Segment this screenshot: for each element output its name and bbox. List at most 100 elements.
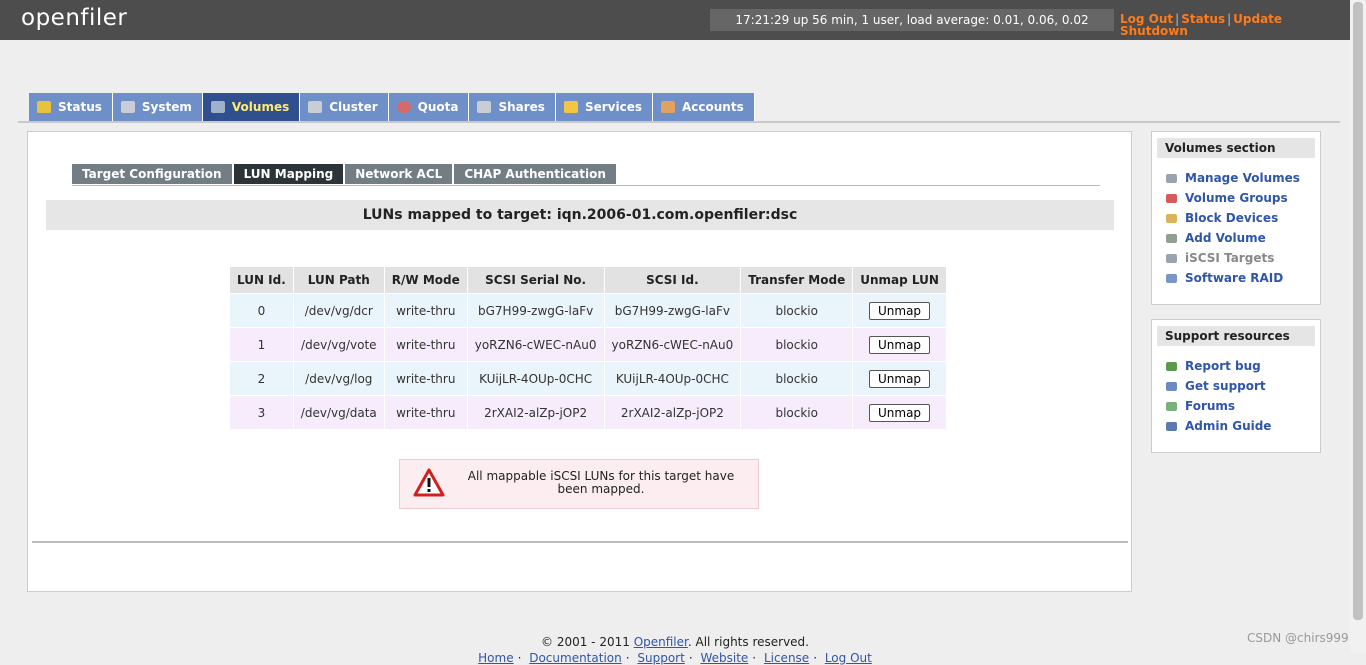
scsi-serial: 2rXAI2-alZp-jOP2 xyxy=(467,395,605,429)
volume-groups-icon xyxy=(1166,193,1177,203)
lun-path: /dev/vg/dcr xyxy=(293,293,385,328)
cluster-icon xyxy=(308,101,323,113)
table-header-row: LUN Id. LUN Path R/W Mode SCSI Serial No… xyxy=(230,267,947,294)
transfer-mode: blockio xyxy=(740,293,854,328)
system-icon xyxy=(120,101,135,113)
tab-status[interactable]: Status xyxy=(29,93,113,121)
software-raid-icon xyxy=(1166,273,1177,283)
uptime-status: 17:21:29 up 56 min, 1 user, load average… xyxy=(710,9,1114,31)
shares-icon xyxy=(477,101,492,113)
manage-volumes-icon xyxy=(1166,173,1177,183)
subtab-network-acl[interactable]: Network ACL xyxy=(345,164,455,184)
unmap-button[interactable]: Unmap xyxy=(869,403,931,422)
forums-icon xyxy=(1166,401,1177,411)
sidebar-item-software-raid[interactable]: Software RAID xyxy=(1157,268,1315,288)
col-unmap-lun: Unmap LUN xyxy=(852,267,947,294)
sidebar-item-report-bug[interactable]: Report bug xyxy=(1157,356,1315,376)
col-scsi-id: SCSI Id. xyxy=(604,267,742,294)
unmap-button[interactable]: Unmap xyxy=(869,369,931,388)
lun-id: 2 xyxy=(230,361,294,396)
footer-link-license[interactable]: License xyxy=(764,651,809,665)
table-row: 2 /dev/vg/log write-thru KUijLR-4OUp-0CH… xyxy=(230,361,947,396)
sidebar-item-block-devices[interactable]: Block Devices xyxy=(1157,208,1315,228)
col-transfer-mode: Transfer Mode xyxy=(740,267,854,294)
footer-link-support[interactable]: Support xyxy=(637,651,684,665)
report-bug-icon xyxy=(1166,361,1177,371)
sidebar-item-volume-groups[interactable]: Volume Groups xyxy=(1157,188,1315,208)
col-rw-mode: R/W Mode xyxy=(384,267,468,294)
rw-mode: write-thru xyxy=(384,395,468,429)
sidebar-item-admin-guide[interactable]: Admin Guide xyxy=(1157,416,1315,436)
volumes-section-title: Volumes section xyxy=(1157,138,1315,158)
scsi-serial: yoRZN6-cWEC-nAu0 xyxy=(467,327,605,362)
get-support-icon xyxy=(1166,381,1177,391)
accounts-icon xyxy=(660,101,675,113)
scsi-id: bG7H99-zwgG-laFv xyxy=(604,293,742,328)
footer-link-home[interactable]: Home xyxy=(478,651,513,665)
footer-links: Home · Documentation · Support · Website · L… xyxy=(478,651,872,665)
transfer-mode: blockio xyxy=(740,361,854,396)
footer-link-website[interactable]: Website xyxy=(700,651,748,665)
notice-box: All mappable iSCSI LUNs for this target … xyxy=(399,459,759,509)
openfiler-logo: openfiler xyxy=(21,5,128,31)
tab-accounts[interactable]: Accounts xyxy=(652,93,755,121)
sidebar-item-get-support[interactable]: Get support xyxy=(1157,376,1315,396)
vertical-scrollbar[interactable] xyxy=(1350,0,1366,653)
tab-services[interactable]: Services xyxy=(555,93,653,121)
table-row: 0 /dev/vg/dcr write-thru bG7H99-zwgG-laF… xyxy=(230,293,947,328)
sub-tabs: Target Configuration LUN Mapping Network… xyxy=(72,164,618,184)
rw-mode: write-thru xyxy=(384,327,468,362)
sidebar-item-iscsi-targets[interactable]: iSCSI Targets xyxy=(1157,248,1315,268)
sidebar-item-add-volume[interactable]: Add Volume xyxy=(1157,228,1315,248)
col-lun-path: LUN Path xyxy=(293,267,385,294)
tab-cluster[interactable]: Cluster xyxy=(300,93,389,121)
subtab-chap-authentication[interactable]: CHAP Authentication xyxy=(454,164,618,184)
table-row: 1 /dev/vg/vote write-thru yoRZN6-cWEC-nA… xyxy=(230,327,947,362)
page-title: LUNs mapped to target: iqn.2006-01.com.o… xyxy=(46,200,1114,230)
top-links: Log Out | Status | Update Shutdown xyxy=(1120,12,1283,38)
sidebar-item-forums[interactable]: Forums xyxy=(1157,396,1315,416)
footer-link-documentation[interactable]: Documentation xyxy=(529,651,622,665)
lun-table-wrapper: LUN Id. LUN Path R/W Mode SCSI Serial No… xyxy=(230,267,947,429)
scsi-serial: bG7H99-zwgG-laFv xyxy=(467,293,605,328)
subtab-target-configuration[interactable]: Target Configuration xyxy=(72,164,234,184)
support-resources-box: Support resources Report bug Get support… xyxy=(1151,319,1321,453)
subtab-lun-mapping[interactable]: LUN Mapping xyxy=(233,164,346,184)
lun-id: 3 xyxy=(230,395,294,429)
tab-volumes[interactable]: Volumes xyxy=(202,93,301,121)
sidebar-item-manage-volumes[interactable]: Manage Volumes xyxy=(1157,168,1315,188)
tab-quota[interactable]: Quota xyxy=(388,93,470,121)
unmap-cell: Unmap xyxy=(852,361,947,396)
quota-icon xyxy=(396,101,411,113)
tab-system[interactable]: System xyxy=(112,93,203,121)
support-section-title: Support resources xyxy=(1157,326,1315,346)
openfiler-link[interactable]: Openfiler xyxy=(634,635,688,649)
lun-path: /dev/vg/vote xyxy=(293,327,385,362)
rw-mode: write-thru xyxy=(384,293,468,328)
notice-text: All mappable iSCSI LUNs for this target … xyxy=(467,469,735,496)
update-link[interactable]: Update xyxy=(1233,12,1282,26)
transfer-mode: blockio xyxy=(740,327,854,362)
transfer-mode: blockio xyxy=(740,395,854,429)
iscsi-targets-icon xyxy=(1166,253,1177,263)
unmap-cell: Unmap xyxy=(852,395,947,429)
footer: © 2001 - 2011 Openfiler. All rights rese… xyxy=(0,635,1350,665)
lun-id: 1 xyxy=(230,327,294,362)
unmap-cell: Unmap xyxy=(852,327,947,362)
rw-mode: write-thru xyxy=(384,361,468,396)
tab-shares[interactable]: Shares xyxy=(469,93,556,121)
services-icon xyxy=(563,101,578,113)
footer-link-logout[interactable]: Log Out xyxy=(825,651,872,665)
unmap-button[interactable]: Unmap xyxy=(869,335,931,354)
content-panel: Target Configuration LUN Mapping Network… xyxy=(27,131,1132,592)
shutdown-link[interactable]: Shutdown xyxy=(1120,24,1188,38)
unmap-button[interactable]: Unmap xyxy=(869,301,931,320)
block-devices-icon xyxy=(1166,213,1177,223)
lun-path: /dev/vg/data xyxy=(293,395,385,429)
scsi-id: 2rXAI2-alZp-jOP2 xyxy=(604,395,742,429)
scsi-id: KUijLR-4OUp-0CHC xyxy=(604,361,742,396)
col-scsi-serial: SCSI Serial No. xyxy=(467,267,605,294)
top-bar: openfiler 17:21:29 up 56 min, 1 user, lo… xyxy=(0,0,1350,40)
scrollbar-thumb[interactable] xyxy=(1353,2,1363,620)
col-lun-id: LUN Id. xyxy=(230,267,294,294)
